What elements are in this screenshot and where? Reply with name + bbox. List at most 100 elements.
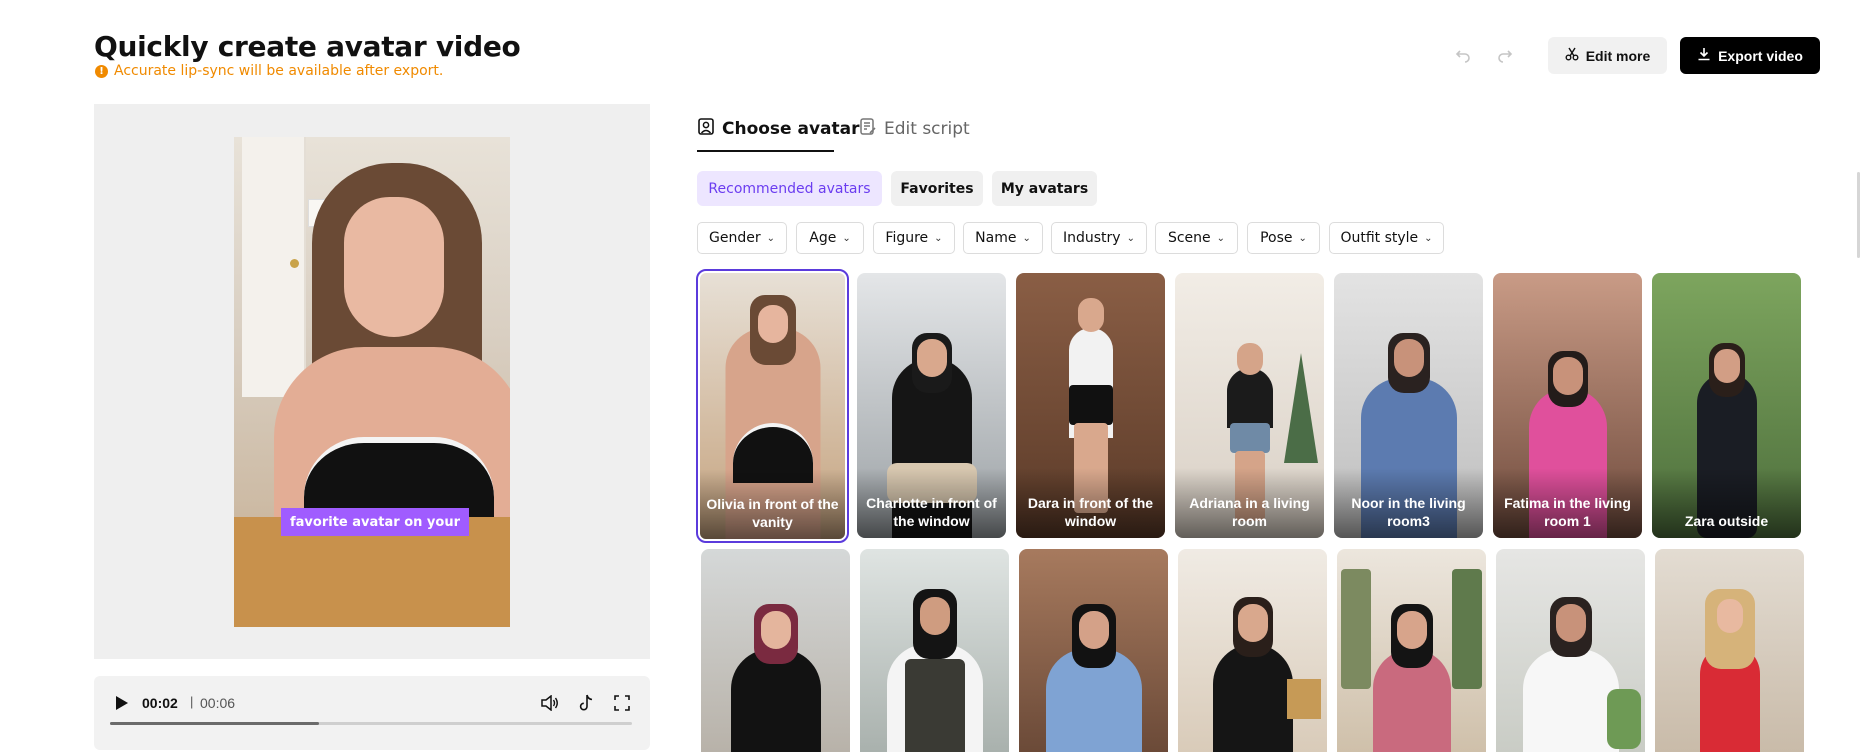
avatar-card[interactable] <box>860 549 1009 752</box>
playback-progress-fill <box>110 722 319 725</box>
edit-more-label: Edit more <box>1585 47 1651 64</box>
chevron-down-icon: ⌄ <box>1022 232 1031 244</box>
avatar-head <box>1077 298 1104 332</box>
scrollbar[interactable] <box>1857 172 1860 258</box>
playback-progress-bar[interactable] <box>110 722 632 725</box>
avatar-shorts <box>1229 423 1270 453</box>
avatar-card-charlotte[interactable]: Charlotte in front of the window <box>857 273 1006 538</box>
avatar-head <box>757 305 788 343</box>
current-time: 00:02 <box>142 695 178 711</box>
filter-industry[interactable]: Industry ⌄ <box>1051 222 1147 254</box>
avatar-card[interactable] <box>1496 549 1645 752</box>
chip-favorites[interactable]: Favorites <box>891 171 983 206</box>
chevron-down-icon: ⌄ <box>1216 232 1226 244</box>
tab-choose-avatar-label: Choose avatar <box>722 119 860 139</box>
filter-gender[interactable]: Gender ⌄ <box>697 222 787 254</box>
avatar-head <box>1552 357 1583 395</box>
filter-pose[interactable]: Pose ⌄ <box>1247 222 1320 254</box>
filter-outfit-style[interactable]: Outfit style ⌄ <box>1329 222 1444 254</box>
avatar-card-label: Adriana in a living room <box>1189 495 1310 529</box>
avatar-head <box>1713 349 1740 383</box>
tab-edit-script[interactable]: Edit script <box>860 118 970 140</box>
avatar-head <box>919 597 950 635</box>
avatar-video-frame[interactable]: favorite avatar on your <box>234 137 510 627</box>
avatar-card-adriana[interactable]: Adriana in a living room <box>1175 273 1324 538</box>
avatar-card[interactable] <box>1655 549 1804 752</box>
page-title: Quickly create avatar video <box>94 30 521 63</box>
avatar-head <box>1555 604 1586 642</box>
export-video-label: Export video <box>1718 47 1803 64</box>
avatar-figure <box>1212 644 1293 752</box>
avatar-head <box>916 339 947 377</box>
volume-icon[interactable] <box>538 691 562 715</box>
tab-edit-script-label: Edit script <box>884 119 970 139</box>
avatar-shorts <box>1068 385 1113 425</box>
avatar-head <box>1078 611 1109 649</box>
filter-figure[interactable]: Figure ⌄ <box>873 222 955 254</box>
chevron-down-icon: ⌄ <box>1424 232 1433 244</box>
filter-label: Age <box>809 230 837 246</box>
avatar-card-label: Noor in the living room3 <box>1351 495 1466 529</box>
filter-scene[interactable]: Scene ⌄ <box>1155 222 1238 254</box>
fullscreen-icon[interactable] <box>610 691 634 715</box>
redo-icon[interactable] <box>1494 44 1516 66</box>
chevron-down-icon: ⌄ <box>1126 232 1135 244</box>
avatar-card[interactable] <box>1178 549 1327 752</box>
lip-sync-notice: ! Accurate lip-sync will be available af… <box>95 63 443 79</box>
filter-age[interactable]: Age ⌄ <box>796 222 864 254</box>
plant <box>1607 689 1641 749</box>
export-video-button[interactable]: Export video <box>1680 37 1820 74</box>
filter-label: Figure <box>885 230 929 246</box>
script-icon <box>860 118 876 140</box>
background-door <box>242 137 306 397</box>
subtitle-caption: favorite avatar on your <box>281 508 469 536</box>
chip-recommended-avatars[interactable]: Recommended avatars <box>697 171 882 206</box>
avatar-video-editor: Quickly create avatar video ! Accurate l… <box>0 0 1865 752</box>
avatar-card-label: Fatima in the living room 1 <box>1504 495 1631 529</box>
chevron-down-icon: ⌄ <box>934 232 943 244</box>
tiktok-icon[interactable] <box>574 691 598 715</box>
avatar-card[interactable] <box>1337 549 1486 752</box>
chevron-down-icon: ⌄ <box>1298 232 1307 244</box>
video-preview: favorite avatar on your <box>94 104 650 659</box>
scissors-icon <box>1565 47 1579 64</box>
info-icon: ! <box>95 64 108 78</box>
filter-name[interactable]: Name ⌄ <box>963 222 1043 254</box>
avatar-card-olivia[interactable]: Olivia in front of the vanity <box>696 269 849 543</box>
avatar-apron <box>904 659 965 752</box>
hanging-clothes <box>1341 569 1371 689</box>
chip-my-avatars[interactable]: My avatars <box>992 171 1097 206</box>
total-time: 00:06 <box>200 695 236 711</box>
avatar-head <box>760 611 791 649</box>
avatar-card-dara[interactable]: Dara in front of the window <box>1016 273 1165 538</box>
chevron-down-icon: ⌄ <box>842 232 851 244</box>
box <box>1287 679 1321 719</box>
avatar-head <box>1716 599 1743 633</box>
download-icon <box>1697 47 1711 64</box>
christmas-tree <box>1284 353 1318 463</box>
avatar-card[interactable] <box>701 549 850 752</box>
chevron-down-icon: ⌄ <box>766 232 775 244</box>
active-tab-indicator <box>697 150 834 152</box>
avatar-card-label: Charlotte in front of the window <box>866 495 997 529</box>
avatar-card[interactable] <box>1019 549 1168 752</box>
avatar-top <box>1226 368 1273 428</box>
filter-label: Industry <box>1063 230 1121 246</box>
play-icon[interactable] <box>112 693 132 713</box>
edit-more-button[interactable]: Edit more <box>1548 37 1667 74</box>
avatar-figure <box>1522 649 1619 752</box>
tab-choose-avatar[interactable]: Choose avatar <box>698 118 860 140</box>
avatar-head <box>1396 611 1427 649</box>
avatar-face <box>344 197 444 337</box>
avatar-card-noor[interactable]: Noor in the living room3 <box>1334 273 1483 538</box>
avatar-card-fatima[interactable]: Fatima in the living room 1 <box>1493 273 1642 538</box>
time-separator: | <box>190 694 194 709</box>
avatar-card-label: Dara in front of the window <box>1027 495 1154 529</box>
avatar-head <box>1237 604 1268 642</box>
undo-icon[interactable] <box>1452 44 1474 66</box>
filter-label: Gender <box>709 230 761 246</box>
filter-label: Name <box>975 230 1017 246</box>
avatar-card-zara[interactable]: Zara outside <box>1652 273 1801 538</box>
filter-label: Scene <box>1167 230 1211 246</box>
doorknob <box>290 259 299 268</box>
